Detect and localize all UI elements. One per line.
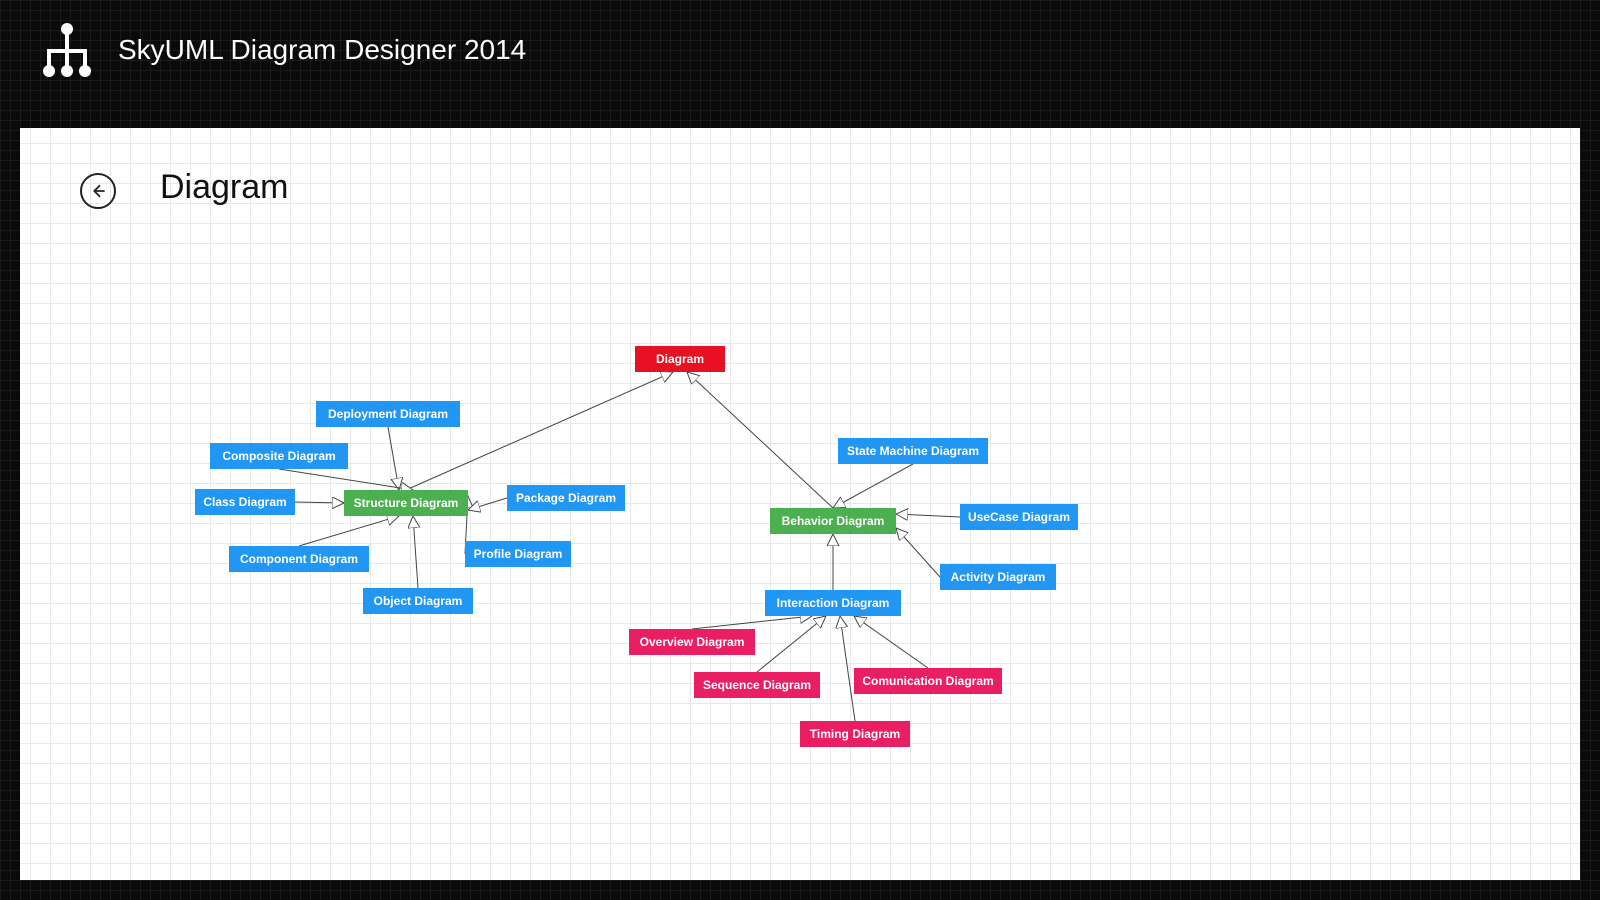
node-class[interactable]: Class Diagram: [195, 489, 295, 515]
node-statemachine[interactable]: State Machine Diagram: [838, 438, 988, 464]
edge-class-structure: [295, 502, 344, 503]
app-title: SkyUML Diagram Designer 2014: [118, 34, 526, 66]
node-component[interactable]: Component Diagram: [229, 546, 369, 572]
node-sequence[interactable]: Sequence Diagram: [694, 672, 820, 698]
edge-behavior-diagram: [687, 372, 833, 508]
diagram-canvas[interactable]: Diagram DiagramStructure DiagramBehavior…: [20, 128, 1580, 880]
app-logo-icon: [40, 23, 94, 77]
edge-timing-interaction: [840, 616, 855, 721]
node-interaction[interactable]: Interaction Diagram: [765, 590, 901, 616]
app-header: SkyUML Diagram Designer 2014: [0, 0, 1600, 100]
diagram-layer: Diagram Structure Diagram Behavior Diagram…: [20, 128, 1580, 880]
edge-component-structure: [299, 516, 399, 546]
edge-composite-structure: [279, 469, 413, 490]
edge-activity-behavior: [896, 528, 940, 577]
edge-sequence-interaction: [757, 616, 826, 672]
node-usecase[interactable]: UseCase Diagram: [960, 504, 1078, 530]
edge-object-structure: [413, 516, 418, 588]
edge-overview-interaction: [692, 616, 812, 629]
edge-communication-interaction: [854, 616, 928, 668]
edge-usecase-behavior: [896, 514, 960, 517]
app-background: SkyUML Diagram Designer 2014 Diagram Dia…: [0, 0, 1600, 900]
node-composite[interactable]: Composite Diagram: [210, 443, 348, 469]
node-profile[interactable]: Profile Diagram: [465, 541, 571, 567]
node-activity[interactable]: Activity Diagram: [940, 564, 1056, 590]
edge-structure-diagram: [406, 372, 673, 490]
node-package[interactable]: Package Diagram: [507, 485, 625, 511]
node-timing[interactable]: Timing Diagram: [800, 721, 910, 747]
node-diagram[interactable]: Diagram: [635, 346, 725, 372]
edge-statemachine-behavior: [833, 464, 913, 508]
edge-deployment-structure: [388, 427, 399, 490]
node-structure[interactable]: Structure Diagram: [344, 490, 468, 516]
edge-package-structure: [468, 498, 507, 510]
node-deployment[interactable]: Deployment Diagram: [316, 401, 460, 427]
node-communication[interactable]: Comunication Diagram: [854, 668, 1002, 694]
node-behavior[interactable]: Behavior Diagram: [770, 508, 896, 534]
node-object[interactable]: Object Diagram: [363, 588, 473, 614]
node-overview[interactable]: Overview Diagram: [629, 629, 755, 655]
